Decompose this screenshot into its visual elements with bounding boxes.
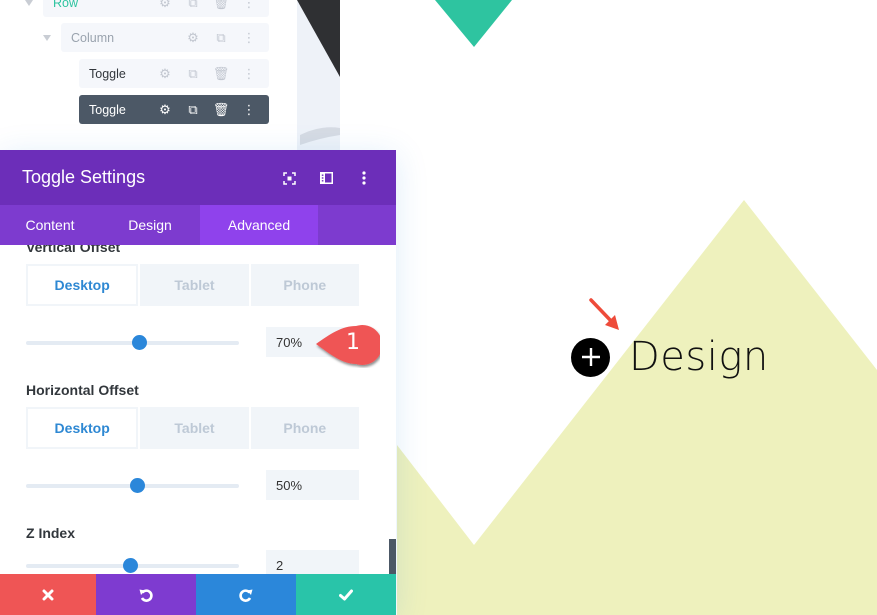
more-icon[interactable]: ⋮ — [235, 0, 263, 13]
trash-icon[interactable]: 🗑 — [207, 100, 235, 120]
layer-label: Toggle — [89, 66, 126, 81]
vertical-offset-slider[interactable] — [26, 335, 239, 350]
layer-label: Toggle — [89, 102, 126, 117]
device-tab-phone[interactable]: Phone — [250, 407, 359, 449]
vertical-offset-device-tabs: Desktop Tablet Phone — [26, 264, 359, 306]
layer-module-active[interactable]: Toggle ⚙ ⧉ 🗑 ⋮ — [79, 95, 269, 124]
trash-icon[interactable]: 🗑 — [207, 64, 235, 84]
slider-thumb[interactable] — [123, 558, 139, 573]
layers-panel: Row ⚙ ⧉ 🗑 ⋮ Column ⚙ ⧉ ⋮ Toggle ⚙ ⧉ 🗑 ⋮ … — [0, 0, 297, 150]
modal-scrollbar[interactable] — [389, 539, 396, 574]
horizontal-offset-label: Horizontal Offset — [26, 382, 139, 398]
gear-icon[interactable]: ⚙ — [151, 64, 179, 84]
undo-button[interactable] — [96, 574, 196, 615]
z-index-slider[interactable] — [26, 558, 239, 573]
device-tab-desktop[interactable]: Desktop — [26, 407, 139, 449]
vertical-offset-label: Vertical Offset — [26, 245, 121, 255]
device-tab-phone[interactable]: Phone — [250, 264, 359, 306]
duplicate-icon[interactable]: ⧉ — [207, 28, 235, 48]
layer-row[interactable]: Row ⚙ ⧉ 🗑 ⋮ — [43, 0, 269, 17]
tab-content[interactable]: Content — [0, 205, 100, 245]
device-tab-tablet[interactable]: Tablet — [140, 407, 249, 449]
gear-icon[interactable]: ⚙ — [179, 28, 207, 48]
collapse-caret-icon[interactable] — [25, 0, 33, 6]
z-index-input[interactable]: 2 — [266, 550, 359, 574]
z-index-label: Z Index — [26, 525, 76, 541]
more-icon[interactable] — [345, 167, 382, 189]
redo-icon — [239, 588, 253, 602]
gear-icon[interactable]: ⚙ — [151, 100, 179, 120]
modal-body: Vertical Offset Desktop Tablet Phone 70%… — [0, 245, 396, 574]
gear-icon[interactable]: ⚙ — [151, 0, 179, 13]
expand-icon[interactable] — [271, 167, 308, 189]
plus-icon[interactable] — [571, 337, 610, 377]
layer-module[interactable]: Toggle ⚙ ⧉ 🗑 ⋮ — [79, 59, 269, 88]
undo-icon — [139, 588, 153, 602]
more-icon[interactable]: ⋮ — [235, 64, 263, 84]
cancel-button[interactable] — [0, 574, 96, 615]
horizontal-offset-device-tabs: Desktop Tablet Phone — [26, 407, 359, 449]
layer-label: Row — [53, 0, 79, 10]
tab-design[interactable]: Design — [100, 205, 200, 245]
device-tab-tablet[interactable]: Tablet — [140, 264, 249, 306]
save-button[interactable] — [296, 574, 396, 615]
tab-advanced[interactable]: Advanced — [200, 205, 318, 245]
horizontal-offset-slider[interactable] — [26, 478, 239, 493]
more-icon[interactable]: ⋮ — [235, 28, 263, 48]
device-tab-desktop[interactable]: Desktop — [26, 264, 139, 306]
sidebar-icon[interactable] — [308, 167, 345, 189]
duplicate-icon[interactable]: ⧉ — [179, 64, 207, 84]
horizontal-offset-input[interactable]: 50% — [266, 470, 359, 500]
trash-icon[interactable]: 🗑 — [207, 0, 235, 13]
modal-footer — [0, 574, 396, 615]
settings-modal: Toggle Settings Content Design Advanced … — [0, 150, 396, 615]
yellow-mountain-shape — [397, 200, 877, 615]
layer-label: Column — [71, 30, 115, 45]
more-icon[interactable]: ⋮ — [235, 100, 263, 120]
collapse-caret-icon[interactable] — [43, 35, 51, 41]
builder-stage: Row ⚙ ⧉ 🗑 ⋮ Column ⚙ ⧉ ⋮ Toggle ⚙ ⧉ 🗑 ⋮ … — [0, 0, 877, 615]
modal-tabs: Content Design Advanced — [0, 205, 396, 245]
close-icon — [42, 589, 54, 600]
toggle-module[interactable]: Design — [571, 334, 769, 380]
slider-thumb[interactable] — [129, 478, 145, 493]
arrow-pointer-icon — [589, 298, 619, 330]
slider-thumb[interactable] — [131, 335, 147, 350]
green-triangle-shape — [435, 0, 512, 47]
modal-header[interactable]: Toggle Settings — [0, 150, 396, 205]
duplicate-icon[interactable]: ⧉ — [179, 0, 207, 13]
check-icon — [339, 589, 353, 600]
callout-number: 1 — [346, 330, 360, 355]
duplicate-icon[interactable]: ⧉ — [179, 100, 207, 120]
redo-button[interactable] — [196, 574, 296, 615]
layer-column[interactable]: Column ⚙ ⧉ ⋮ — [61, 23, 269, 52]
toggle-title: Design — [629, 334, 769, 380]
